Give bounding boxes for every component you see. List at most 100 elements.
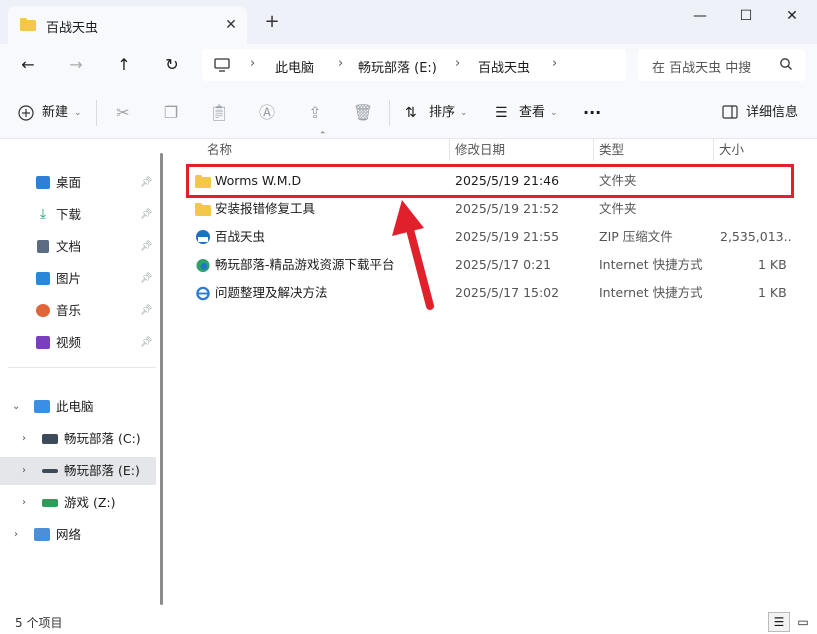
back-button[interactable]: ← — [14, 53, 42, 77]
close-tab-button[interactable]: ✕ — [221, 15, 241, 35]
sidebar-item-videos[interactable]: 视频 📌︎ — [0, 329, 156, 357]
column-header-modified[interactable]: 修改日期 — [455, 139, 505, 163]
chevron-right-icon[interactable]: › — [22, 489, 26, 517]
navigation-pane: 桌面 📌︎ ⤓ 下载 📌︎ 文档 📌︎ 图片 📌︎ 音乐 📌︎ 视频 📌︎ ⌄ … — [0, 139, 163, 608]
computer-icon — [214, 58, 230, 72]
chevron-right-icon: › — [250, 56, 256, 71]
refresh-button[interactable]: ↻ — [158, 53, 186, 77]
tab-current[interactable]: 百战天虫 ✕ — [8, 6, 247, 44]
file-modified: 2025/5/17 0:21 — [455, 257, 552, 272]
chevron-right-icon: › — [455, 56, 461, 71]
file-modified: 2025/5/17 15:02 — [455, 285, 560, 300]
chevron-down-icon[interactable]: ⌄ — [12, 393, 20, 421]
download-icon: ⤓ — [39, 206, 47, 222]
file-size: 2,535,013... — [720, 229, 792, 244]
chevron-right-icon: › — [552, 56, 558, 71]
rename-icon[interactable]: Ⓐ — [256, 102, 278, 124]
chevron-right-icon[interactable]: › — [22, 457, 26, 485]
sidebar-item-label: 畅玩部落 (E:) — [64, 463, 140, 478]
tiles-view-icon[interactable]: ▭ — [792, 612, 814, 632]
pin-icon: 📌︎ — [140, 241, 153, 252]
column-header-size[interactable]: 大小 — [719, 139, 744, 163]
ie-shortcut-icon — [196, 286, 210, 301]
chevron-right-icon[interactable]: › — [22, 425, 26, 453]
sidebar-divider — [8, 367, 156, 368]
add-icon — [18, 105, 34, 121]
file-type: Internet 快捷方式 — [599, 285, 703, 300]
zip-icon — [196, 230, 210, 244]
sidebar-item-label: 游戏 (Z:) — [64, 495, 116, 510]
breadcrumb-current-folder[interactable]: 百战天虫 — [478, 57, 530, 76]
column-divider[interactable] — [449, 139, 450, 161]
forward-button[interactable]: → — [62, 53, 90, 77]
folder-icon — [20, 18, 36, 31]
maximize-button[interactable]: ☐ — [723, 4, 769, 28]
share-icon[interactable]: ⇪ — [304, 102, 326, 124]
tab-title: 百战天虫 — [46, 21, 99, 36]
file-type: Internet 快捷方式 — [599, 257, 703, 272]
search-box[interactable]: 在 百战天虫 中搜 — [638, 49, 805, 81]
file-row[interactable]: 畅玩部落-精品游戏资源下载平台 2025/5/17 0:21 Internet … — [188, 251, 790, 279]
copy-icon[interactable]: ❐ — [160, 102, 182, 124]
sidebar-item-pictures[interactable]: 图片 📌︎ — [0, 265, 156, 293]
sort-button[interactable]: 排序 — [429, 102, 455, 124]
column-header-type[interactable]: 类型 — [599, 139, 624, 163]
delete-icon[interactable]: 🗑︎ — [352, 102, 374, 124]
pin-icon: 📌︎ — [140, 337, 153, 348]
pin-icon: 📌︎ — [140, 177, 153, 188]
cut-icon[interactable]: ✂ — [112, 102, 134, 124]
new-button[interactable]: 新建 — [42, 102, 68, 124]
column-divider[interactable] — [593, 139, 594, 161]
toolbar-divider — [389, 100, 390, 126]
pictures-icon — [36, 272, 50, 285]
sidebar-item-label: 网络 — [56, 527, 82, 542]
new-tab-button[interactable]: + — [262, 12, 282, 32]
file-row[interactable]: 问题整理及解决方法 2025/5/17 15:02 Internet 快捷方式 … — [188, 279, 790, 307]
minimize-button[interactable]: — — [677, 4, 723, 28]
address-bar[interactable]: › 此电脑 › 畅玩部落 (E:) › 百战天虫 › — [202, 49, 626, 81]
sort-icon: ⇅ — [405, 105, 417, 121]
breadcrumb-this-pc[interactable]: 此电脑 — [275, 57, 314, 76]
search-input[interactable]: 在 百战天虫 中搜 — [652, 57, 751, 76]
details-pane-icon — [722, 105, 738, 119]
computer-icon — [34, 400, 50, 413]
file-name: 问题整理及解决方法 — [215, 285, 328, 300]
sidebar-item-downloads[interactable]: ⤓ 下载 📌︎ — [0, 201, 156, 229]
file-name: 安装报错修复工具 — [215, 201, 316, 216]
more-options-button[interactable]: ··· — [583, 102, 601, 124]
view-button[interactable]: 查看 — [519, 102, 545, 124]
breadcrumb-drive-e[interactable]: 畅玩部落 (E:) — [358, 57, 437, 76]
item-count: 5 个项目 — [15, 616, 63, 630]
chevron-down-icon: ⌄ — [74, 108, 82, 118]
toolbar-divider — [96, 100, 97, 126]
network-icon — [34, 528, 50, 541]
status-bar: 5 个项目 ☰ ▭ — [0, 608, 817, 634]
column-header-name[interactable]: 名称 — [207, 139, 232, 163]
file-row[interactable]: 安装报错修复工具 2025/5/19 21:52 文件夹 — [188, 195, 790, 223]
sidebar-item-drive-z[interactable]: › 游戏 (Z:) — [0, 489, 156, 517]
column-divider[interactable] — [713, 139, 714, 161]
title-bar: 百战天虫 ✕ + — ☐ ✕ — [0, 0, 817, 44]
sidebar-item-drive-e[interactable]: › 畅玩部落 (E:) — [0, 457, 156, 485]
up-button[interactable]: ↑ — [110, 53, 138, 77]
file-list: ⌃ 名称 修改日期 类型 大小 Worms W.M.D 2025/5/19 21… — [176, 131, 817, 608]
sidebar-item-drive-c[interactable]: › 畅玩部落 (C:) — [0, 425, 156, 453]
file-row[interactable]: 百战天虫 2025/5/19 21:55 ZIP 压缩文件 2,535,013.… — [188, 223, 792, 251]
sidebar-item-desktop[interactable]: 桌面 📌︎ — [0, 169, 156, 197]
close-window-button[interactable]: ✕ — [769, 4, 815, 28]
chevron-right-icon: › — [338, 56, 344, 71]
file-type: 文件夹 — [599, 201, 637, 216]
details-view-icon[interactable]: ☰ — [768, 612, 790, 632]
sidebar-item-documents[interactable]: 文档 📌︎ — [0, 233, 156, 261]
sidebar-item-music[interactable]: 音乐 📌︎ — [0, 297, 156, 325]
sidebar-item-label: 音乐 — [56, 303, 82, 318]
search-icon — [780, 58, 792, 70]
paste-icon[interactable]: 📋︎ — [208, 102, 230, 124]
chevron-right-icon[interactable]: › — [14, 521, 18, 549]
sidebar-item-this-pc[interactable]: ⌄ 此电脑 — [0, 393, 156, 421]
sidebar-item-network[interactable]: › 网络 — [0, 521, 156, 549]
sidebar-scrollbar[interactable] — [160, 153, 163, 605]
file-modified: 2025/5/19 21:55 — [455, 229, 560, 244]
drive-icon — [42, 499, 58, 507]
details-button[interactable]: 详细信息 — [746, 102, 798, 124]
